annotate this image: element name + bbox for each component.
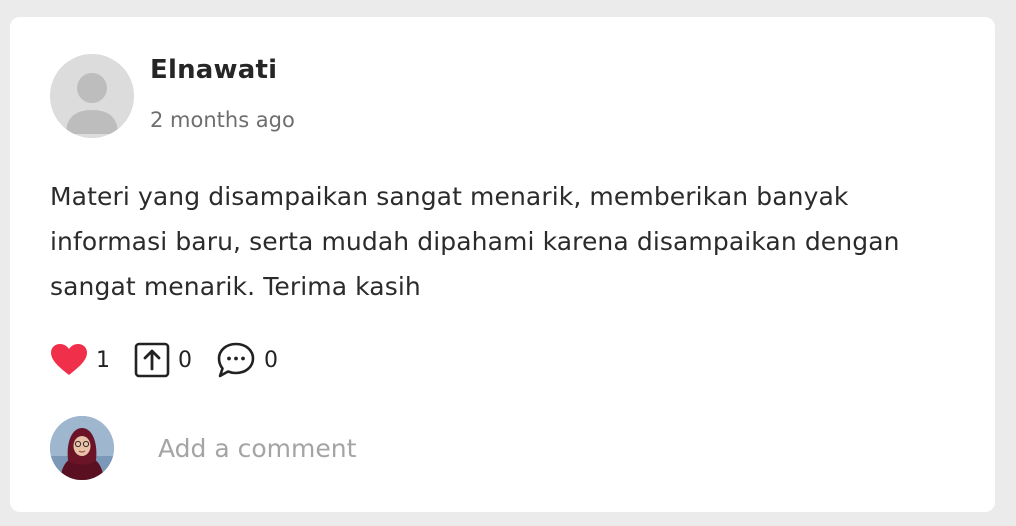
comment-timestamp: 2 months ago [150, 108, 295, 132]
author-name[interactable]: Elnawati [150, 55, 277, 85]
profile-photo-icon [50, 416, 114, 480]
comment-card: Elnawati 2 months ago Materi yang disamp… [10, 17, 995, 512]
comment-text: Materi yang disampaikan sangat menarik, … [50, 182, 900, 301]
reply-button[interactable]: 0 [216, 341, 278, 379]
share-button[interactable]: 0 [134, 342, 192, 378]
user-placeholder-icon [50, 54, 134, 138]
current-user-avatar [50, 416, 114, 480]
reply-count: 0 [264, 347, 278, 373]
comment-actions: 1 0 0 [50, 340, 302, 380]
share-count: 0 [178, 347, 192, 373]
author-avatar[interactable] [50, 54, 134, 138]
like-count: 1 [96, 347, 110, 373]
share-up-arrow-icon [134, 342, 170, 378]
like-button[interactable]: 1 [50, 343, 110, 377]
heart-icon [50, 343, 88, 377]
add-comment-input[interactable] [150, 422, 918, 474]
speech-bubble-icon [216, 341, 256, 379]
